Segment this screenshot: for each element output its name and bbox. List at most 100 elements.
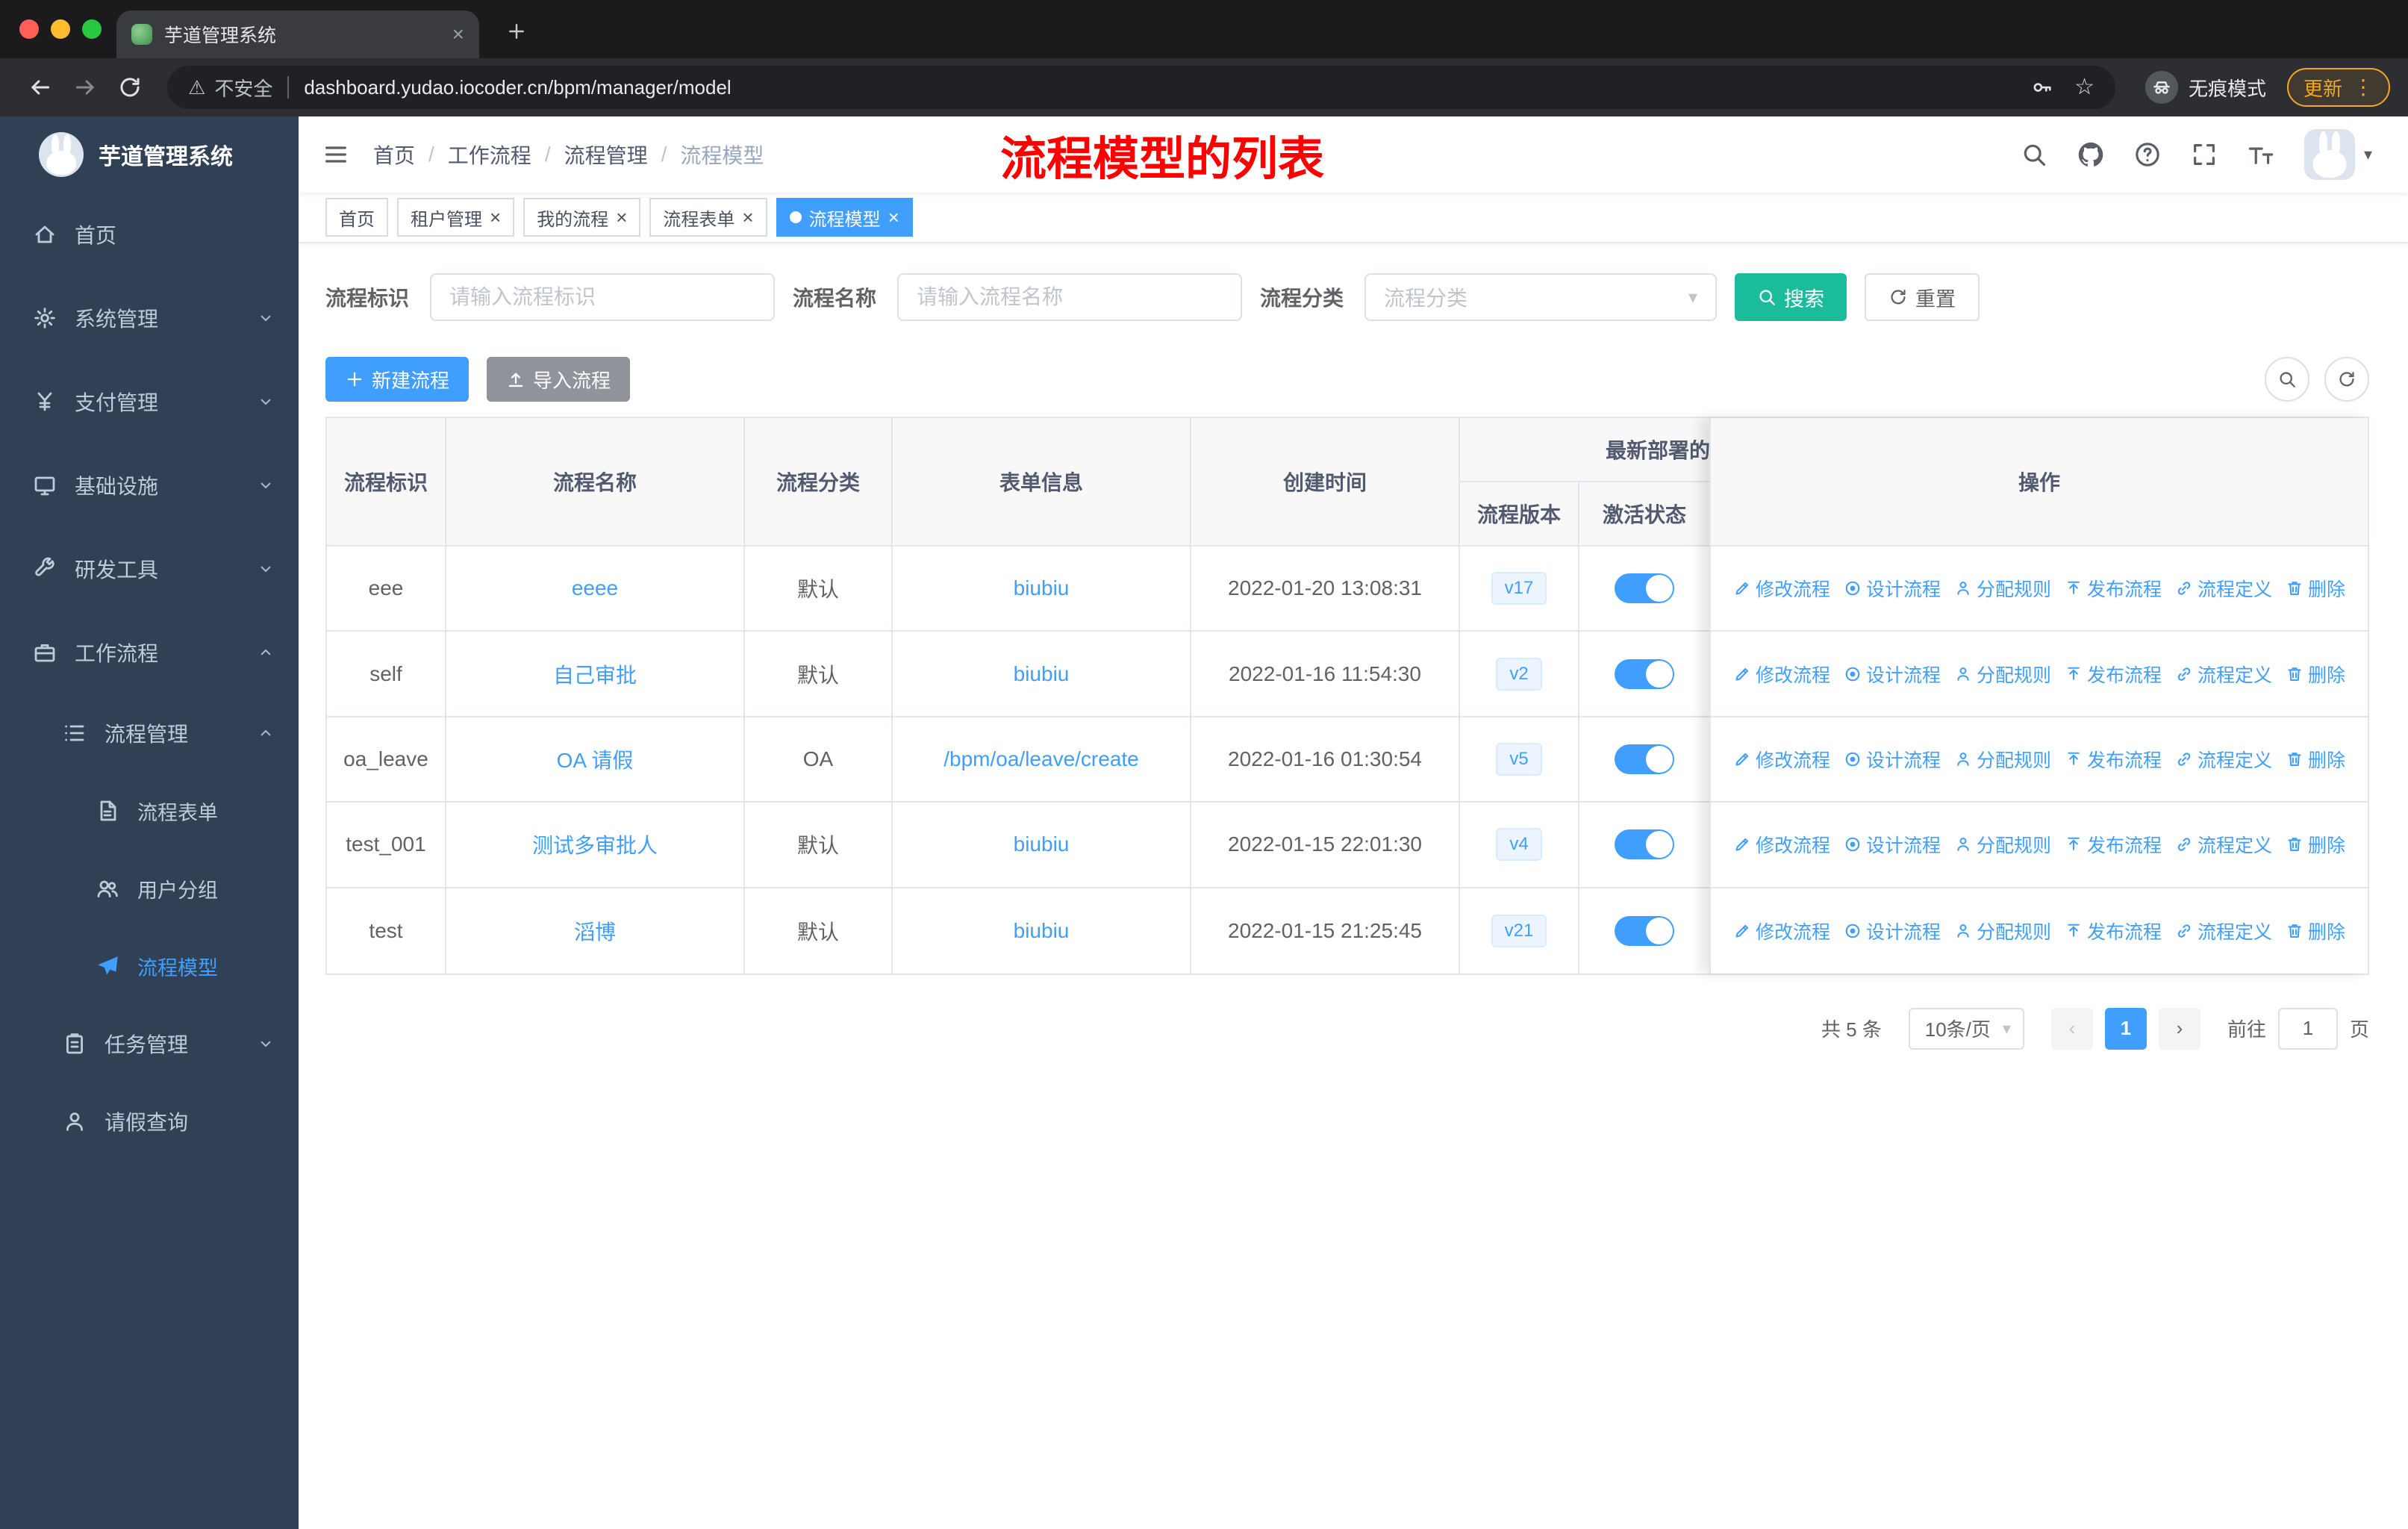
process-name-link[interactable]: 滔博	[574, 916, 616, 946]
action-delete-link[interactable]: 删除	[2286, 831, 2345, 858]
font-size-icon[interactable]	[2248, 141, 2274, 168]
tab-close-icon[interactable]: ×	[452, 24, 464, 45]
tag-close-icon[interactable]: ×	[742, 208, 753, 227]
minimize-window-button[interactable]	[51, 19, 70, 39]
action-assign-rule-link[interactable]: 分配规则	[1954, 575, 2051, 602]
sidebar-item-infrastructure[interactable]: 基础设施	[0, 443, 299, 527]
breadcrumb-workflow[interactable]: 工作流程	[448, 140, 531, 169]
form-link[interactable]: biubiu	[1014, 576, 1070, 600]
action-edit-link[interactable]: 修改流程	[1733, 661, 1830, 688]
action-publish-link[interactable]: 发布流程	[2065, 746, 2162, 773]
close-window-button[interactable]	[19, 19, 39, 39]
current-page-button[interactable]: 1	[2104, 1007, 2147, 1050]
form-link[interactable]: biubiu	[1014, 832, 1070, 856]
active-switch[interactable]	[1615, 915, 1674, 946]
tag-close-icon[interactable]: ×	[490, 208, 501, 227]
action-edit-link[interactable]: 修改流程	[1733, 575, 1830, 602]
active-switch[interactable]	[1615, 658, 1674, 689]
action-design-link[interactable]: 设计流程	[1844, 918, 1941, 944]
sidebar-item-user-group[interactable]: 用户分组	[0, 850, 299, 927]
action-design-link[interactable]: 设计流程	[1844, 831, 1941, 858]
active-switch[interactable]	[1615, 573, 1674, 604]
action-definition-link[interactable]: 流程定义	[2175, 661, 2272, 688]
action-delete-link[interactable]: 删除	[2286, 918, 2345, 944]
action-delete-link[interactable]: 删除	[2286, 575, 2345, 602]
action-definition-link[interactable]: 流程定义	[2175, 918, 2272, 944]
github-icon[interactable]	[2077, 141, 2104, 168]
new-tab-button[interactable]	[497, 12, 536, 51]
tag-my-process[interactable]: 我的流程 ×	[523, 198, 641, 237]
search-icon[interactable]	[2021, 141, 2047, 168]
process-name-input[interactable]	[897, 273, 1243, 321]
action-definition-link[interactable]: 流程定义	[2175, 831, 2272, 858]
process-category-select[interactable]: 流程分类 ▾	[1364, 273, 1718, 321]
breadcrumb-home[interactable]: 首页	[373, 140, 415, 169]
sidebar-item-system[interactable]: 系统管理	[0, 276, 299, 360]
reload-button[interactable]	[107, 65, 152, 110]
breadcrumb-process-management[interactable]: 流程管理	[564, 140, 648, 169]
toggle-search-button[interactable]	[2265, 357, 2309, 402]
process-name-link[interactable]: 自己审批	[553, 659, 637, 689]
next-page-button[interactable]: ›	[2158, 1007, 2200, 1050]
password-key-icon[interactable]	[2031, 76, 2053, 99]
action-assign-rule-link[interactable]: 分配规则	[1954, 918, 2051, 944]
action-edit-link[interactable]: 修改流程	[1733, 918, 1830, 944]
form-link[interactable]: /bpm/oa/leave/create	[943, 747, 1139, 771]
action-design-link[interactable]: 设计流程	[1844, 746, 1941, 773]
action-edit-link[interactable]: 修改流程	[1733, 831, 1830, 858]
action-publish-link[interactable]: 发布流程	[2065, 575, 2162, 602]
help-icon[interactable]	[2134, 141, 2161, 168]
process-name-link[interactable]: eeee	[572, 576, 618, 600]
tag-process-form[interactable]: 流程表单 ×	[649, 198, 767, 237]
sidebar-item-home[interactable]: 首页	[0, 193, 299, 276]
action-definition-link[interactable]: 流程定义	[2175, 575, 2272, 602]
create-process-button[interactable]: 新建流程	[325, 357, 470, 402]
reset-button[interactable]: 重置	[1865, 273, 1980, 321]
form-link[interactable]: biubiu	[1014, 662, 1070, 686]
tag-process-model[interactable]: 流程模型 ×	[776, 198, 913, 237]
action-definition-link[interactable]: 流程定义	[2175, 746, 2272, 773]
address-bar[interactable]: ⚠ 不安全 dashboard.yudao.iocoder.cn/bpm/man…	[167, 66, 2115, 109]
process-name-link[interactable]: 测试多审批人	[532, 829, 658, 859]
action-publish-link[interactable]: 发布流程	[2065, 918, 2162, 944]
action-delete-link[interactable]: 删除	[2286, 746, 2345, 773]
back-button[interactable]	[18, 65, 63, 110]
action-publish-link[interactable]: 发布流程	[2065, 661, 2162, 688]
action-assign-rule-link[interactable]: 分配规则	[1954, 831, 2051, 858]
process-name-link[interactable]: OA 请假	[557, 744, 634, 774]
refresh-table-button[interactable]	[2324, 357, 2369, 402]
action-edit-link[interactable]: 修改流程	[1733, 746, 1830, 773]
import-process-button[interactable]: 导入流程	[487, 357, 631, 402]
browser-menu-icon[interactable]: ⋮	[2353, 77, 2374, 98]
goto-page-input[interactable]	[2277, 1007, 2338, 1050]
sidebar-item-leave-query[interactable]: 请假查询	[0, 1083, 299, 1160]
hamburger-menu-icon[interactable]	[322, 141, 349, 168]
sidebar-item-devtools[interactable]: 研发工具	[0, 527, 299, 611]
sidebar-item-workflow[interactable]: 工作流程	[0, 611, 299, 694]
action-publish-link[interactable]: 发布流程	[2065, 831, 2162, 858]
action-assign-rule-link[interactable]: 分配规则	[1954, 661, 2051, 688]
action-assign-rule-link[interactable]: 分配规则	[1954, 746, 2051, 773]
tag-home[interactable]: 首页	[325, 198, 388, 237]
active-switch[interactable]	[1615, 829, 1674, 860]
tag-close-icon[interactable]: ×	[616, 208, 627, 227]
browser-tab[interactable]: 芋道管理系统 ×	[116, 10, 479, 58]
maximize-window-button[interactable]	[82, 19, 102, 39]
fullscreen-icon[interactable]	[2191, 141, 2218, 168]
forward-button[interactable]	[63, 65, 107, 110]
sidebar-item-task-management[interactable]: 任务管理	[0, 1005, 299, 1083]
process-key-input[interactable]	[430, 273, 776, 321]
prev-page-button[interactable]: ‹	[2050, 1007, 2093, 1050]
tag-close-icon[interactable]: ×	[888, 208, 899, 227]
sidebar-item-process-management[interactable]: 流程管理	[0, 694, 299, 772]
page-size-select[interactable]: 10条/页 ▾	[1908, 1007, 2024, 1050]
sidebar-item-process-model[interactable]: 流程模型	[0, 927, 299, 1005]
sidebar-item-payment[interactable]: 支付管理	[0, 360, 299, 443]
app-logo[interactable]: 芋道管理系统	[0, 116, 299, 193]
user-avatar[interactable]: ▾	[2303, 129, 2372, 180]
tag-tenant-management[interactable]: 租户管理 ×	[397, 198, 515, 237]
action-design-link[interactable]: 设计流程	[1844, 661, 1941, 688]
active-switch[interactable]	[1615, 744, 1674, 774]
bookmark-star-icon[interactable]: ☆	[2074, 76, 2094, 99]
action-design-link[interactable]: 设计流程	[1844, 575, 1941, 602]
